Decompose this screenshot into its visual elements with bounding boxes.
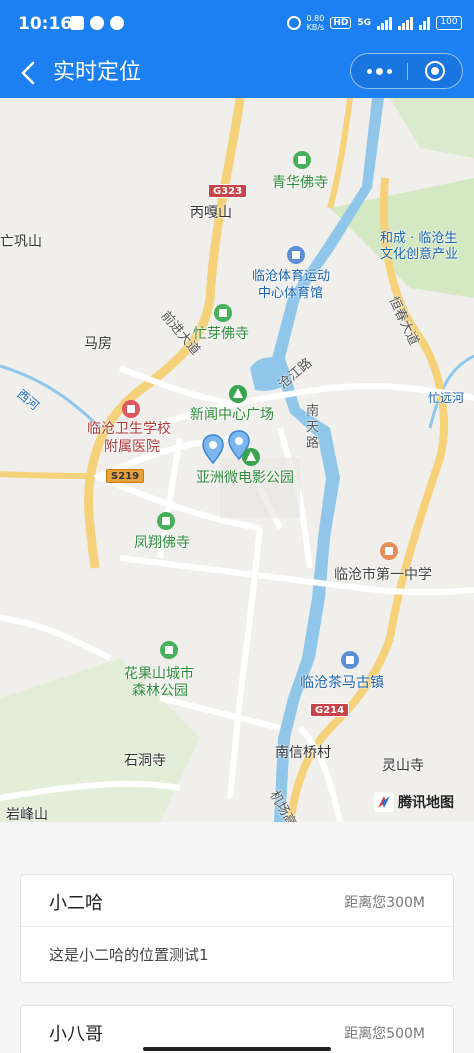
list-item-header: 小二哈 距离您300M bbox=[21, 875, 453, 927]
place-mafang: 马房 bbox=[84, 336, 112, 352]
poi-yazhou-film-park[interactable]: 亚洲微电影公园 bbox=[196, 470, 294, 487]
wechat-notification-icon bbox=[110, 16, 124, 30]
compass-icon bbox=[374, 792, 394, 812]
status-app-icons bbox=[70, 16, 124, 30]
school-icon[interactable] bbox=[380, 542, 398, 560]
poi-hospital-line2[interactable]: 附属医院 bbox=[104, 439, 160, 456]
road-nantian-char3: 路 bbox=[306, 436, 320, 451]
app-notification-icon bbox=[70, 16, 84, 30]
highway-shield-g214: G214 bbox=[310, 703, 350, 717]
road-nantian-char1: 南 bbox=[306, 404, 320, 419]
temple-icon-3[interactable] bbox=[157, 512, 175, 530]
hd-icon: HD bbox=[330, 17, 352, 29]
speed-value: 0.80 bbox=[306, 14, 325, 23]
highway-shield-g323: G323 bbox=[208, 184, 248, 198]
place-lingshan-temple: 灵山寺 bbox=[382, 758, 424, 774]
close-miniprogram-icon[interactable] bbox=[425, 61, 445, 81]
town-icon[interactable] bbox=[341, 651, 359, 669]
speed-unit: KB/s bbox=[306, 23, 325, 32]
status-bar: 10:16 0.80 KB/s HD 5G 100 bbox=[0, 0, 474, 48]
hospital-icon[interactable] bbox=[122, 400, 140, 418]
network-speed: 0.80 KB/s bbox=[307, 14, 325, 32]
status-time: 10:16 bbox=[18, 14, 73, 34]
person-distance: 距离您500M bbox=[344, 1026, 425, 1042]
person-distance: 距离您300M bbox=[344, 895, 425, 911]
back-icon[interactable] bbox=[14, 58, 44, 88]
message-notification-icon bbox=[90, 16, 104, 30]
poi-chama-ancient-town[interactable]: 临沧茶马古镇 bbox=[300, 675, 384, 692]
road-nantian-char2: 天 bbox=[306, 420, 320, 435]
poi-fengxiang-temple[interactable]: 凤翔佛寺 bbox=[134, 535, 190, 552]
map-canvas bbox=[0, 98, 474, 822]
wifi-icon bbox=[419, 16, 430, 30]
poi-huaguo-line2[interactable]: 森林公园 bbox=[132, 683, 188, 700]
poi-mangya-temple[interactable]: 忙芽佛寺 bbox=[193, 326, 249, 343]
list-item-header: 小八哥 距离您500M bbox=[21, 1006, 453, 1053]
person-description: 这是小二哈的位置测试1 bbox=[49, 946, 209, 964]
river-mangyuan: 忙远河 bbox=[428, 391, 465, 405]
temple-icon-2[interactable] bbox=[214, 304, 232, 322]
highway-shield-s219: S219 bbox=[106, 469, 145, 483]
place-nanxin-bridge: 南信桥村 bbox=[275, 745, 331, 761]
signal-icon-2 bbox=[398, 16, 413, 30]
location-marker-xiaoerha[interactable] bbox=[202, 434, 224, 464]
park-icon[interactable] bbox=[229, 385, 247, 403]
signal-icon bbox=[377, 16, 392, 30]
place-yanfeng-mountain: 岩峰山 bbox=[6, 807, 48, 822]
network-type: 5G bbox=[357, 18, 371, 28]
tencent-map-logo: 腾讯地图 bbox=[374, 792, 454, 812]
person-list: 小二哈 距离您300M 这是小二哈的位置测试1 小八哥 距离您500M bbox=[0, 822, 474, 1053]
more-icon[interactable] bbox=[351, 54, 407, 88]
miniprogram-capsule bbox=[350, 53, 463, 89]
stadium-icon[interactable] bbox=[287, 246, 305, 264]
person-name: 小八哥 bbox=[49, 1024, 103, 1045]
poi-xinwen-square[interactable]: 新闻中心广场 bbox=[190, 407, 274, 424]
battery-icon: 100 bbox=[436, 16, 462, 30]
poi-hospital-line1[interactable]: 临沧卫生学校 bbox=[87, 421, 171, 438]
page-title: 实时定位 bbox=[53, 60, 142, 85]
person-name: 小二哈 bbox=[49, 893, 103, 914]
capsule-divider bbox=[407, 63, 408, 80]
poi-hecheng-line2[interactable]: 文化创意产业 bbox=[380, 246, 458, 263]
map-logo-text: 腾讯地图 bbox=[398, 795, 454, 811]
status-indicators: 0.80 KB/s HD 5G 100 bbox=[286, 14, 462, 32]
park-icon-2[interactable] bbox=[242, 448, 260, 466]
park-icon-3[interactable] bbox=[160, 641, 178, 659]
place-bingga-mountain: 丙嘎山 bbox=[190, 205, 232, 221]
title-bar: 实时定位 bbox=[0, 48, 474, 98]
list-item[interactable]: 小二哈 距离您300M 这是小二哈的位置测试1 bbox=[20, 874, 454, 983]
temple-icon[interactable] bbox=[293, 151, 311, 169]
map-view[interactable]: G323 S219 G214 青华佛寺 丙嘎山 亡巩山 和成 · 临沧生 文化创… bbox=[0, 98, 474, 822]
poi-qinghua-temple[interactable]: 青华佛寺 bbox=[272, 175, 328, 192]
place-shidong-temple: 石洞寺 bbox=[124, 753, 166, 769]
alarm-icon bbox=[286, 16, 301, 30]
app-root: 10:16 0.80 KB/s HD 5G 100 实时定位 G323 S219… bbox=[0, 0, 474, 1053]
list-item[interactable]: 小八哥 距离您500M bbox=[20, 1005, 454, 1053]
poi-sports-center-line2[interactable]: 中心体育馆 bbox=[258, 285, 323, 302]
poi-sports-center-line1[interactable]: 临沧体育运动 bbox=[252, 268, 330, 285]
poi-huaguo-line1[interactable]: 花果山城市 bbox=[124, 666, 194, 683]
poi-hecheng-line1[interactable]: 和成 · 临沧生 bbox=[380, 230, 457, 247]
poi-no1-middle-school[interactable]: 临沧市第一中学 bbox=[334, 567, 432, 584]
home-indicator bbox=[143, 1047, 331, 1051]
place-gongshan: 亡巩山 bbox=[0, 234, 42, 250]
